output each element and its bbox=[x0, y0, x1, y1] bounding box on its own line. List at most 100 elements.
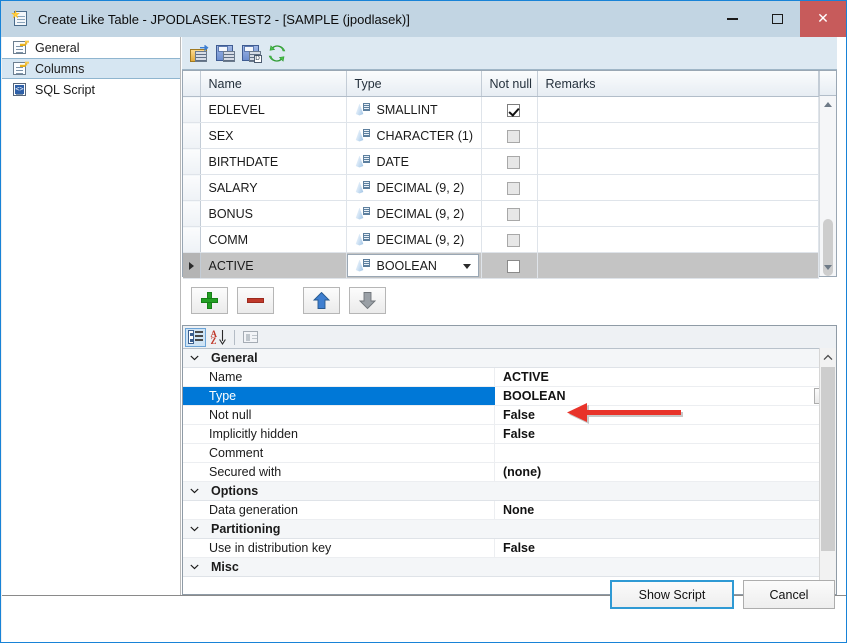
scrollbar-thumb[interactable] bbox=[821, 367, 835, 551]
property-grid-scrollbar[interactable] bbox=[819, 348, 836, 594]
property-row-implicitly-hidden[interactable]: Implicitly hidden False bbox=[183, 425, 836, 444]
property-value[interactable]: False bbox=[495, 539, 836, 557]
not-null-checkbox[interactable] bbox=[506, 233, 520, 247]
column-header-name[interactable]: Name bbox=[200, 71, 347, 97]
column-header-not-null[interactable]: Not null bbox=[481, 71, 538, 97]
grid-vertical-scrollbar[interactable] bbox=[819, 96, 836, 276]
table-row[interactable]: COMM DECIMAL (9, 2) bbox=[183, 226, 819, 253]
property-value[interactable] bbox=[495, 444, 836, 462]
save-as-button[interactable]: D bbox=[238, 40, 264, 66]
save-button[interactable] bbox=[212, 40, 238, 66]
table-row[interactable]: BONUS DECIMAL (9, 2) bbox=[183, 200, 819, 227]
property-value[interactable]: None bbox=[495, 501, 836, 519]
cell-not-null[interactable] bbox=[481, 174, 538, 201]
remove-column-button[interactable] bbox=[237, 286, 274, 314]
cell-remarks[interactable] bbox=[537, 174, 819, 201]
cell-remarks[interactable] bbox=[537, 200, 819, 227]
move-down-button[interactable] bbox=[349, 286, 386, 314]
cell-remarks[interactable] bbox=[537, 122, 819, 149]
property-pages-button[interactable] bbox=[240, 328, 261, 347]
property-row-name[interactable]: Name ACTIVE bbox=[183, 368, 836, 387]
cell-name[interactable]: SEX bbox=[200, 122, 347, 149]
cell-type[interactable]: DECIMAL (9, 2) bbox=[346, 174, 482, 201]
close-button[interactable]: ✕ bbox=[800, 1, 846, 37]
maximize-button[interactable] bbox=[755, 1, 800, 37]
add-column-button[interactable] bbox=[191, 286, 228, 314]
cell-name[interactable]: EDLEVEL bbox=[200, 96, 347, 123]
property-value[interactable]: False bbox=[495, 425, 836, 443]
cell-name[interactable]: COMM bbox=[200, 226, 347, 253]
property-row-secured-with[interactable]: Secured with (none) bbox=[183, 463, 836, 482]
cell-type[interactable]: SMALLINT bbox=[346, 96, 482, 123]
property-row-not-null[interactable]: Not null False bbox=[183, 406, 836, 425]
column-header-remarks[interactable]: Remarks bbox=[537, 71, 819, 97]
expander[interactable] bbox=[183, 558, 205, 576]
cell-type[interactable]: DECIMAL (9, 2) bbox=[346, 200, 482, 227]
cell-not-null[interactable] bbox=[481, 226, 538, 253]
not-null-checkbox[interactable] bbox=[506, 129, 520, 143]
table-row[interactable]: EDLEVEL SMALLINT bbox=[183, 96, 819, 123]
property-category-options[interactable]: Options bbox=[183, 482, 836, 501]
row-selector[interactable] bbox=[183, 252, 201, 279]
scroll-down-button[interactable] bbox=[820, 259, 836, 276]
property-category-partitioning[interactable]: Partitioning bbox=[183, 520, 836, 539]
show-script-button[interactable]: Show Script bbox=[610, 580, 734, 609]
row-selector[interactable] bbox=[183, 226, 201, 253]
refresh-button[interactable] bbox=[264, 40, 290, 66]
cell-remarks[interactable] bbox=[537, 226, 819, 253]
not-null-checkbox[interactable] bbox=[506, 207, 520, 221]
open-folder-button[interactable] bbox=[186, 40, 212, 66]
expander[interactable] bbox=[183, 520, 205, 538]
not-null-checkbox[interactable] bbox=[506, 103, 520, 117]
not-null-checkbox[interactable] bbox=[506, 181, 520, 195]
row-selector[interactable] bbox=[183, 174, 201, 201]
sidebar-item-general[interactable]: General bbox=[2, 37, 180, 58]
not-null-checkbox[interactable] bbox=[506, 155, 520, 169]
property-value[interactable]: False bbox=[495, 406, 836, 424]
cell-name[interactable]: ACTIVE bbox=[200, 252, 347, 279]
table-row-selected[interactable]: ACTIVE BOOLEAN bbox=[183, 252, 819, 279]
cell-not-null[interactable] bbox=[481, 122, 538, 149]
table-row[interactable]: SEX CHARACTER (1) bbox=[183, 122, 819, 149]
property-category-general[interactable]: General bbox=[183, 349, 836, 368]
cell-remarks[interactable] bbox=[537, 148, 819, 175]
sidebar-item-sql-script[interactable]: <> SQL Script bbox=[2, 79, 180, 100]
cell-name[interactable]: SALARY bbox=[200, 174, 347, 201]
row-selector[interactable] bbox=[183, 200, 201, 227]
cell-type[interactable]: CHARACTER (1) bbox=[346, 122, 482, 149]
move-up-button[interactable] bbox=[303, 286, 340, 314]
property-row-type[interactable]: Type BOOLEAN bbox=[183, 387, 836, 406]
type-combobox[interactable]: BOOLEAN bbox=[346, 254, 479, 277]
not-null-checkbox[interactable] bbox=[506, 259, 520, 273]
table-row[interactable]: BIRTHDATE DATE bbox=[183, 148, 819, 175]
scroll-up-button[interactable] bbox=[820, 348, 836, 367]
cell-remarks[interactable] bbox=[537, 252, 819, 279]
cell-not-null[interactable] bbox=[481, 96, 538, 123]
cell-type[interactable]: DECIMAL (9, 2) bbox=[346, 226, 482, 253]
property-row-use-in-distribution-key[interactable]: Use in distribution key False bbox=[183, 539, 836, 558]
column-header-type[interactable]: Type bbox=[346, 71, 482, 97]
property-row-comment[interactable]: Comment bbox=[183, 444, 836, 463]
expander[interactable] bbox=[183, 349, 205, 367]
sidebar-item-columns[interactable]: Columns bbox=[2, 58, 180, 79]
alphabetical-sort-button[interactable]: AZ bbox=[208, 328, 229, 347]
property-value[interactable]: ACTIVE bbox=[495, 368, 836, 386]
cell-name[interactable]: BONUS bbox=[200, 200, 347, 227]
expander[interactable] bbox=[183, 482, 205, 500]
row-selector[interactable] bbox=[183, 96, 201, 123]
cell-type[interactable]: BOOLEAN bbox=[346, 252, 482, 279]
table-row[interactable]: SALARY DECIMAL (9, 2) bbox=[183, 174, 819, 201]
cell-not-null[interactable] bbox=[481, 148, 538, 175]
categorized-view-button[interactable] bbox=[185, 327, 206, 347]
property-category-misc[interactable]: Misc bbox=[183, 558, 836, 577]
cell-not-null[interactable] bbox=[481, 200, 538, 227]
property-value[interactable]: (none) bbox=[495, 463, 836, 481]
row-selector[interactable] bbox=[183, 148, 201, 175]
property-row-data-generation[interactable]: Data generation None bbox=[183, 501, 836, 520]
row-selector[interactable] bbox=[183, 122, 201, 149]
minimize-button[interactable] bbox=[710, 1, 755, 37]
cell-name[interactable]: BIRTHDATE bbox=[200, 148, 347, 175]
cancel-button[interactable]: Cancel bbox=[743, 580, 835, 609]
property-value-editor[interactable]: BOOLEAN bbox=[495, 387, 836, 405]
cell-remarks[interactable] bbox=[537, 96, 819, 123]
